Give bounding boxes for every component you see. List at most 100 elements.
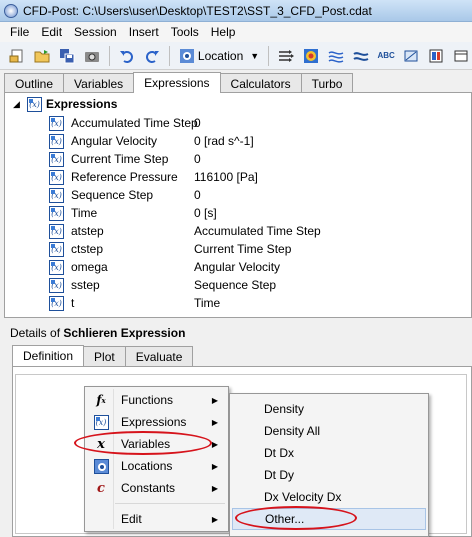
submenu-item-density[interactable]: Density <box>232 398 426 420</box>
open-folder-icon[interactable] <box>31 45 53 67</box>
menu-item-locations[interactable]: Locations ▶ <box>87 455 226 477</box>
tree-root-label: Expressions <box>46 97 118 111</box>
expression-icon-glyph: (x) <box>93 414 109 430</box>
expression-icon: (x) <box>49 241 64 257</box>
menu-item-label: Constants <box>121 481 176 495</box>
menu-item-edit[interactable]: Edit ▶ <box>87 508 226 530</box>
expression-icon: (x) <box>93 414 109 430</box>
vector-icon[interactable] <box>275 45 297 67</box>
undo-icon[interactable] <box>116 45 138 67</box>
menu-item-functions[interactable]: fx Functions ▶ <box>87 389 226 411</box>
expression-value: Sequence Step <box>194 278 277 292</box>
expression-icon: (x) <box>49 169 64 185</box>
menu-item-constants[interactable]: c Constants ▶ <box>87 477 226 499</box>
tab-calculators[interactable]: Calculators <box>219 73 302 93</box>
expression-name: atstep <box>71 224 104 238</box>
menu-session[interactable]: Session <box>68 25 123 39</box>
expression-icon: (x) <box>49 205 64 221</box>
submenu-item-dt-dy[interactable]: Dt Dy <box>232 464 426 486</box>
expression-name: t <box>71 296 75 310</box>
tree-root-expressions[interactable]: ◢ (x) Expressions <box>13 96 117 112</box>
toolbar-separator <box>268 45 270 66</box>
tab-outline[interactable]: Outline <box>4 73 65 93</box>
details-heading: Details of Schlieren Expression <box>10 326 185 340</box>
expression-row[interactable]: (x) sstep Sequence Step <box>49 276 469 294</box>
expression-name: Sequence Step <box>71 188 154 202</box>
location-icon <box>93 458 109 474</box>
location-button[interactable]: Location ▼ <box>176 45 262 67</box>
expression-name: Accumulated Time Step <box>71 116 198 130</box>
redo-icon[interactable] <box>141 45 163 67</box>
outline-tab-strip: Outline Variables Expressions Calculator… <box>4 72 354 93</box>
open-file-icon[interactable] <box>6 45 28 67</box>
menu-insert[interactable]: Insert <box>123 25 165 39</box>
expression-name: omega <box>71 260 108 274</box>
details-prefix: Details of <box>10 326 64 340</box>
expression-folder-icon: (x) <box>27 96 42 112</box>
expression-row[interactable]: (x) atstep Accumulated Time Step <box>49 222 469 240</box>
collapse-arrow-icon[interactable]: ◢ <box>13 99 23 110</box>
menu-help[interactable]: Help <box>205 25 242 39</box>
expression-value: 0 [s] <box>194 206 217 220</box>
streamline-icon[interactable] <box>325 45 347 67</box>
tab-evaluate[interactable]: Evaluate <box>124 346 194 366</box>
expression-icon: (x) <box>49 223 64 239</box>
expression-name: ctstep <box>71 242 104 256</box>
tab-variables[interactable]: Variables <box>63 73 135 93</box>
tab-turbo[interactable]: Turbo <box>300 73 354 93</box>
text-icon[interactable]: ABC <box>375 45 397 67</box>
submenu-item-dt-dx[interactable]: Dt Dx <box>232 442 426 464</box>
expression-row[interactable]: (x) Time 0 [s] <box>49 204 469 222</box>
menu-edit[interactable]: Edit <box>35 25 68 39</box>
submenu-item-dx-velocity-dx[interactable]: Dx Velocity Dx <box>232 486 426 508</box>
toolbar: Location ▼ ABC <box>0 42 472 70</box>
snapshot-icon[interactable] <box>81 45 103 67</box>
details-object-name: Schlieren Expression <box>63 326 186 340</box>
submenu-arrow-icon: ▶ <box>211 514 218 524</box>
box-icon[interactable] <box>450 45 472 67</box>
menu-bar: File Edit Session Insert Tools Help <box>0 22 472 42</box>
submenu-item-label: Other... <box>265 512 305 526</box>
constant-icon: c <box>97 480 105 496</box>
text-icon-label: ABC <box>377 51 395 60</box>
context-menu: fx Functions ▶ (x) Expressions ▶ x Varia… <box>84 386 229 532</box>
window-titlebar: CFD-Post: C:\Users\user\Desktop\TEST2\SS… <box>0 0 472 22</box>
variables-submenu: Density Density All Dt Dx Dt Dy Dx Veloc… <box>229 393 429 537</box>
submenu-item-other[interactable]: Other... <box>232 508 426 530</box>
expression-icon: (x) <box>49 133 64 149</box>
expression-row[interactable]: (x) Reference Pressure 116100 [Pa] <box>49 168 469 186</box>
expression-row[interactable]: (x) Current Time Step 0 <box>49 150 469 168</box>
expression-row[interactable]: (x) Sequence Step 0 <box>49 186 469 204</box>
expression-value: Current Time Step <box>194 242 292 256</box>
expression-icon: (x) <box>49 151 64 167</box>
expression-row[interactable]: (x) t Time <box>49 294 469 312</box>
expression-icon: (x) <box>49 115 64 131</box>
expression-name: sstep <box>71 278 100 292</box>
menu-separator <box>115 503 225 504</box>
expression-row[interactable]: (x) ctstep Current Time Step <box>49 240 469 258</box>
volume-icon[interactable] <box>350 45 372 67</box>
color-map-icon[interactable] <box>425 45 447 67</box>
details-tab-strip: Definition Plot Evaluate <box>12 345 194 366</box>
expression-row[interactable]: (x) Angular Velocity 0 [rad s^-1] <box>49 132 469 150</box>
chevron-down-icon: ▼ <box>250 50 260 61</box>
expression-row[interactable]: (x) omega Angular Velocity <box>49 258 469 276</box>
clip-icon[interactable] <box>400 45 422 67</box>
tab-expressions[interactable]: Expressions <box>133 72 221 93</box>
function-icon: fx <box>96 393 106 407</box>
expression-name: Current Time Step <box>71 152 169 166</box>
expression-row[interactable]: (x) Accumulated Time Step 0 <box>49 114 469 132</box>
tab-plot[interactable]: Plot <box>83 346 126 366</box>
save-icon[interactable] <box>56 45 78 67</box>
contour-icon[interactable] <box>300 45 322 67</box>
menu-item-expressions[interactable]: (x) Expressions ▶ <box>87 411 226 433</box>
menu-tools[interactable]: Tools <box>165 25 205 39</box>
expression-icon: (x) <box>49 187 64 203</box>
menu-file[interactable]: File <box>4 25 35 39</box>
menu-item-label: Functions <box>121 393 174 407</box>
tab-definition[interactable]: Definition <box>12 345 85 366</box>
location-label: Location <box>197 48 244 63</box>
menu-item-variables[interactable]: x Variables ▶ <box>87 433 226 455</box>
submenu-item-density-all[interactable]: Density All <box>232 420 426 442</box>
submenu-arrow-icon: ▶ <box>211 395 218 405</box>
